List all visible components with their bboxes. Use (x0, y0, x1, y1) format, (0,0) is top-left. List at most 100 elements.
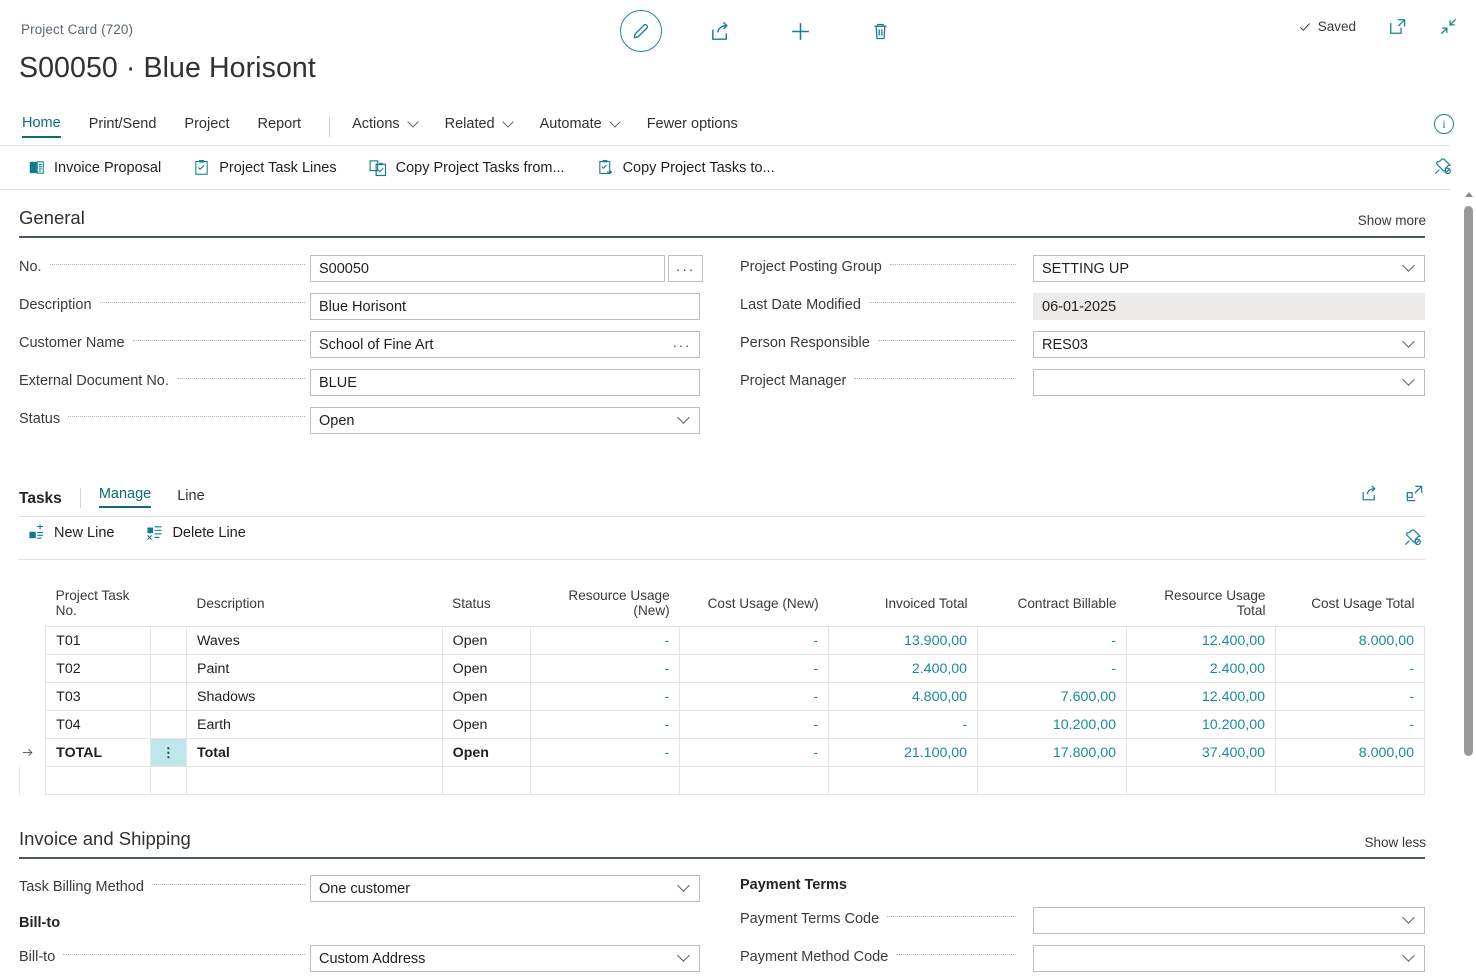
cell-cost-usage-total[interactable]: - (1274, 654, 1426, 683)
cell-resource-usage-new[interactable]: - (530, 654, 681, 683)
cell-row-menu[interactable] (149, 626, 188, 655)
table-row[interactable]: T01 Waves Open - - 13.900,00 - 12.400,00… (19, 626, 1426, 655)
cell-cost-usage-total[interactable]: - (1274, 682, 1426, 711)
cell-task-no[interactable]: T04 (45, 710, 151, 739)
chevron-down-icon[interactable] (677, 879, 690, 892)
cell-cost-usage-new[interactable]: - (679, 682, 830, 711)
tab-home[interactable]: Home (22, 115, 61, 138)
project-posting-group-dropdown[interactable]: SETTING UP (1033, 255, 1425, 282)
new-line-button[interactable]: New Line (28, 524, 114, 541)
cell-description[interactable]: Waves (186, 626, 443, 655)
chevron-down-icon[interactable] (1402, 373, 1415, 386)
cell-cost-usage-total[interactable]: - (1274, 710, 1426, 739)
chevron-down-icon[interactable] (1402, 335, 1415, 348)
cell-row-menu[interactable] (149, 766, 188, 795)
no-input[interactable]: S00050 (310, 255, 665, 282)
cell-task-no[interactable] (45, 766, 151, 795)
tab-report[interactable]: Report (258, 116, 302, 137)
cell-resource-usage-new[interactable]: - (530, 710, 681, 739)
status-dropdown[interactable]: Open (310, 407, 700, 434)
scroll-thumb[interactable] (1464, 206, 1473, 756)
cell-task-no[interactable]: T03 (45, 682, 151, 711)
chevron-down-icon[interactable] (677, 411, 690, 424)
cell-invoiced-total[interactable]: 2.400,00 (828, 654, 979, 683)
chevron-down-icon[interactable] (677, 949, 690, 962)
cell-resource-usage-total[interactable]: 2.400,00 (1126, 654, 1276, 683)
cell-cost-usage-new[interactable]: - (679, 654, 830, 683)
cell-status[interactable]: Open (441, 738, 532, 767)
cell-resource-usage-total[interactable]: 12.400,00 (1126, 682, 1276, 711)
chevron-down-icon[interactable] (1402, 259, 1415, 272)
unpin-icon[interactable] (1433, 157, 1452, 176)
cell-cost-usage-total[interactable]: 8.000,00 (1274, 626, 1426, 655)
table-row[interactable]: T03 Shadows Open - - 4.800,00 7.600,00 1… (19, 682, 1426, 711)
info-icon[interactable]: i (1434, 114, 1454, 134)
cell-cost-usage-total[interactable]: 8.000,00 (1274, 738, 1426, 767)
tasks-tab-manage[interactable]: Manage (98, 486, 152, 508)
menu-automate[interactable]: Automate (540, 116, 619, 137)
col-status[interactable]: Status (442, 588, 531, 627)
bill-to-dropdown[interactable]: Custom Address (310, 945, 700, 972)
cell-resource-usage-total[interactable]: 10.200,00 (1126, 710, 1276, 739)
customer-name-lookup-icon[interactable]: ··· (673, 337, 692, 353)
cell-status[interactable] (441, 766, 532, 795)
cell-status[interactable]: Open (441, 654, 532, 683)
external-document-no-input[interactable]: BLUE (310, 369, 700, 396)
cell-status[interactable]: Open (441, 710, 532, 739)
cell-invoiced-total[interactable]: 13.900,00 (828, 626, 979, 655)
payment-terms-code-dropdown[interactable] (1033, 907, 1425, 934)
invoice-proposal-button[interactable]: Invoice Proposal (28, 159, 161, 176)
col-project-task-no[interactable]: Project Task No. (45, 588, 151, 627)
col-cost-usage-total[interactable]: Cost Usage Total (1275, 588, 1425, 627)
cell-status[interactable]: Open (441, 626, 532, 655)
cell-row-menu[interactable] (149, 682, 188, 711)
no-assist-edit-button[interactable]: ··· (668, 255, 703, 282)
cell-task-no[interactable]: T02 (45, 654, 151, 683)
col-invoiced-total[interactable]: Invoiced Total (828, 588, 978, 627)
menu-actions[interactable]: Actions (352, 116, 417, 137)
delete-icon[interactable] (858, 9, 902, 53)
description-input[interactable]: Blue Horisont (310, 293, 700, 320)
copy-project-tasks-to-button[interactable]: Copy Project Tasks to... (597, 159, 775, 176)
chevron-down-icon[interactable] (1402, 911, 1415, 924)
tab-project[interactable]: Project (184, 116, 229, 137)
cell-contract-billable[interactable]: - (977, 626, 1128, 655)
share-grid-icon[interactable] (1360, 484, 1379, 503)
cell-description[interactable]: Earth (186, 710, 443, 739)
person-responsible-dropdown[interactable]: RES03 (1033, 331, 1425, 358)
tasks-tab-line[interactable]: Line (177, 488, 204, 508)
payment-method-code-dropdown[interactable] (1033, 945, 1425, 972)
tab-print-send[interactable]: Print/Send (89, 116, 157, 137)
customer-name-input[interactable]: School of Fine Art ··· (310, 331, 700, 358)
cell-cost-usage-new[interactable]: - (679, 738, 830, 767)
cell-row-menu[interactable] (149, 654, 188, 683)
cell-description[interactable]: Total (186, 738, 443, 767)
cell-row-menu[interactable]: ⋮ (149, 738, 188, 767)
col-resource-usage-new[interactable]: Resource Usage (New) (530, 588, 680, 627)
cell-resource-usage-new[interactable] (530, 766, 681, 795)
project-task-lines-button[interactable]: Project Task Lines (193, 159, 337, 176)
cell-cost-usage-total[interactable] (1274, 766, 1426, 795)
cell-task-no[interactable]: TOTAL (45, 738, 151, 767)
table-row-selected[interactable]: TOTAL ⋮ Total Open - - 21.100,00 17.800,… (19, 738, 1426, 767)
cell-description[interactable]: Paint (186, 654, 443, 683)
tasks-unpin-icon[interactable] (1403, 528, 1422, 547)
cell-invoiced-total[interactable] (828, 766, 979, 795)
cell-cost-usage-new[interactable] (679, 766, 830, 795)
cell-resource-usage-new[interactable]: - (530, 738, 681, 767)
cell-resource-usage-total[interactable] (1126, 766, 1276, 795)
open-in-excel-icon[interactable] (1405, 484, 1424, 503)
open-in-new-window-icon[interactable] (1388, 17, 1407, 36)
vertical-scrollbar[interactable] (1462, 192, 1476, 977)
cell-row-menu[interactable] (149, 710, 188, 739)
project-manager-dropdown[interactable] (1033, 369, 1425, 396)
cell-contract-billable[interactable]: - (977, 654, 1128, 683)
col-contract-billable[interactable]: Contract Billable (977, 588, 1127, 627)
edit-icon[interactable] (620, 10, 662, 52)
cell-resource-usage-new[interactable]: - (530, 626, 681, 655)
collapse-icon[interactable] (1439, 17, 1458, 36)
cell-contract-billable[interactable]: 17.800,00 (977, 738, 1128, 767)
table-row[interactable]: T02 Paint Open - - 2.400,00 - 2.400,00 - (19, 654, 1426, 683)
copy-project-tasks-from-button[interactable]: Copy Project Tasks from... (369, 159, 565, 177)
cell-cost-usage-new[interactable]: - (679, 710, 830, 739)
